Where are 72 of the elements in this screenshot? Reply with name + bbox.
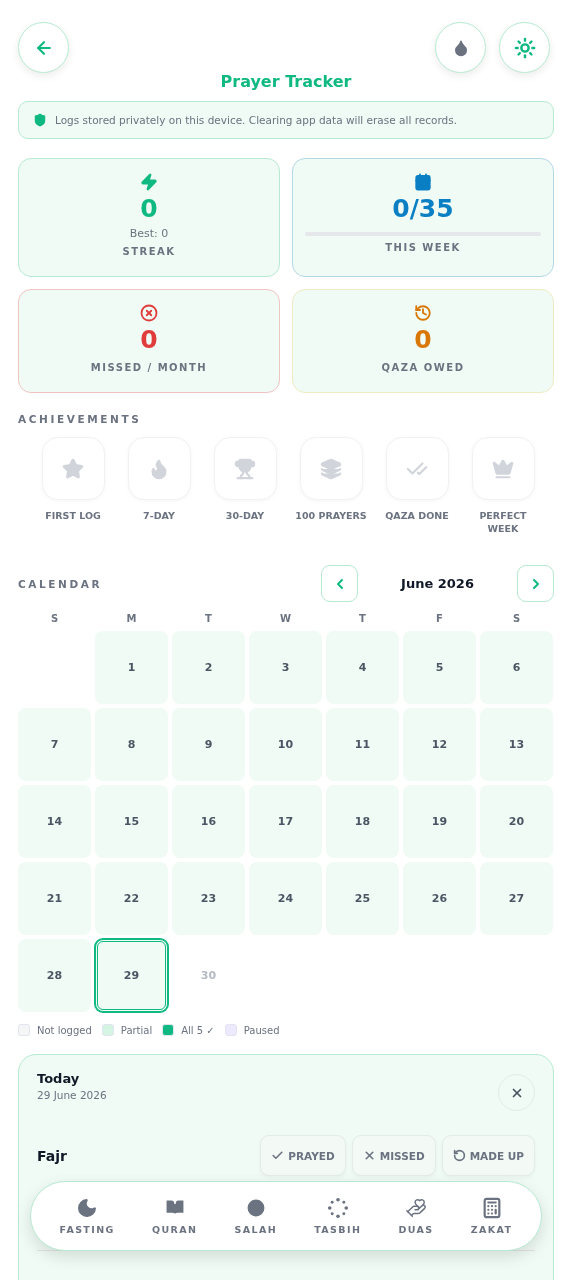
- achievement-label: FIRST LOG: [45, 509, 101, 522]
- calendar-day[interactable]: 5: [403, 631, 476, 704]
- month-label: June 2026: [399, 576, 475, 591]
- calendar-day[interactable]: 24: [249, 862, 322, 935]
- calendar-day[interactable]: 23: [172, 862, 245, 935]
- weekday-label: S: [49, 614, 60, 624]
- weekday-label: W: [279, 614, 292, 624]
- achievement-label: 30-DAY: [225, 509, 265, 522]
- weekday-label: T: [358, 614, 367, 624]
- calendar-day[interactable]: 27: [480, 862, 553, 935]
- stat-label: QAZA OWED: [381, 362, 465, 373]
- prayed-button[interactable]: PRAYED: [260, 1135, 346, 1176]
- made-up-button[interactable]: MADE UP: [441, 1135, 535, 1176]
- calendar-day[interactable]: 25: [326, 862, 399, 935]
- calendar-day[interactable]: 13: [480, 708, 553, 781]
- calendar-day[interactable]: 2: [172, 631, 245, 704]
- calendar-day[interactable]: 15: [95, 785, 168, 858]
- achievement-label: 7-DAY: [143, 509, 175, 522]
- stat-label: MISSED / MONTH: [90, 362, 208, 373]
- calendar-day[interactable]: 12: [403, 708, 476, 781]
- nav-item[interactable]: TASBIH: [314, 1197, 362, 1235]
- calendar-day[interactable]: 4: [326, 631, 399, 704]
- legend-label: Not logged: [37, 1024, 92, 1036]
- calendar-day[interactable]: 1: [95, 631, 168, 704]
- nav-item[interactable]: QURAN: [151, 1197, 198, 1235]
- legend-label: Partial: [120, 1024, 153, 1036]
- achievement-label: 100 PRAYERS: [295, 509, 367, 522]
- nav-item[interactable]: ZAKAT: [470, 1197, 513, 1235]
- calendar-day[interactable]: 26: [403, 862, 476, 935]
- nav-item[interactable]: FASTING: [59, 1197, 115, 1235]
- calendar-day[interactable]: 16: [172, 785, 245, 858]
- panel-title: Today: [37, 1071, 81, 1086]
- stat-label: THIS WEEK: [385, 242, 461, 253]
- stat-value: 0: [140, 324, 158, 356]
- calendar-day[interactable]: 21: [18, 862, 91, 935]
- section-heading: ACHIEVEMENTS: [18, 413, 143, 425]
- calendar-day[interactable]: 20: [480, 785, 553, 858]
- stat-label: STREAK: [122, 246, 176, 257]
- page-title: Prayer Tracker: [219, 72, 353, 91]
- calendar-day[interactable]: 14: [18, 785, 91, 858]
- missed-button[interactable]: MISSED: [351, 1135, 436, 1176]
- section-heading: CALENDAR: [18, 577, 103, 590]
- calendar-day[interactable]: 7: [18, 708, 91, 781]
- legend-label: Paused: [243, 1024, 280, 1036]
- prayer-name: Fajr: [37, 1147, 67, 1164]
- calendar-day[interactable]: 29: [95, 939, 168, 1012]
- panel-date: 29 June 2026: [37, 1089, 107, 1101]
- stat-value: 0: [140, 193, 158, 225]
- calendar-day[interactable]: 9: [172, 708, 245, 781]
- calendar-day[interactable]: 19: [403, 785, 476, 858]
- nav-item[interactable]: DUAS: [398, 1197, 434, 1235]
- calendar-day[interactable]: 28: [18, 939, 91, 1012]
- calendar-day[interactable]: 11: [326, 708, 399, 781]
- calendar-day[interactable]: 6: [480, 631, 553, 704]
- stat-value: 0/35: [392, 193, 454, 225]
- calendar-day[interactable]: 10: [249, 708, 322, 781]
- calendar-day[interactable]: 22: [95, 862, 168, 935]
- weekday-label: S: [511, 614, 522, 624]
- calendar-day[interactable]: 18: [326, 785, 399, 858]
- achievement-label: QAZA DONE: [385, 509, 449, 522]
- stat-best: Best: 0: [129, 227, 169, 240]
- calendar-day[interactable]: 3: [249, 631, 322, 704]
- weekday-label: F: [435, 614, 444, 624]
- notice-text: Logs stored privately on this device. Clearing app data will erase all records.: [55, 114, 458, 126]
- legend-label: All 5 ✓: [181, 1024, 215, 1036]
- weekday-label: M: [125, 614, 138, 624]
- achievement-label: PERFECT WEEK: [478, 509, 528, 535]
- calendar-day[interactable]: 17: [249, 785, 322, 858]
- stat-value: 0: [414, 324, 432, 356]
- calendar-day[interactable]: 8: [95, 708, 168, 781]
- weekday-label: T: [204, 614, 213, 624]
- nav-item[interactable]: SALAH: [234, 1197, 278, 1235]
